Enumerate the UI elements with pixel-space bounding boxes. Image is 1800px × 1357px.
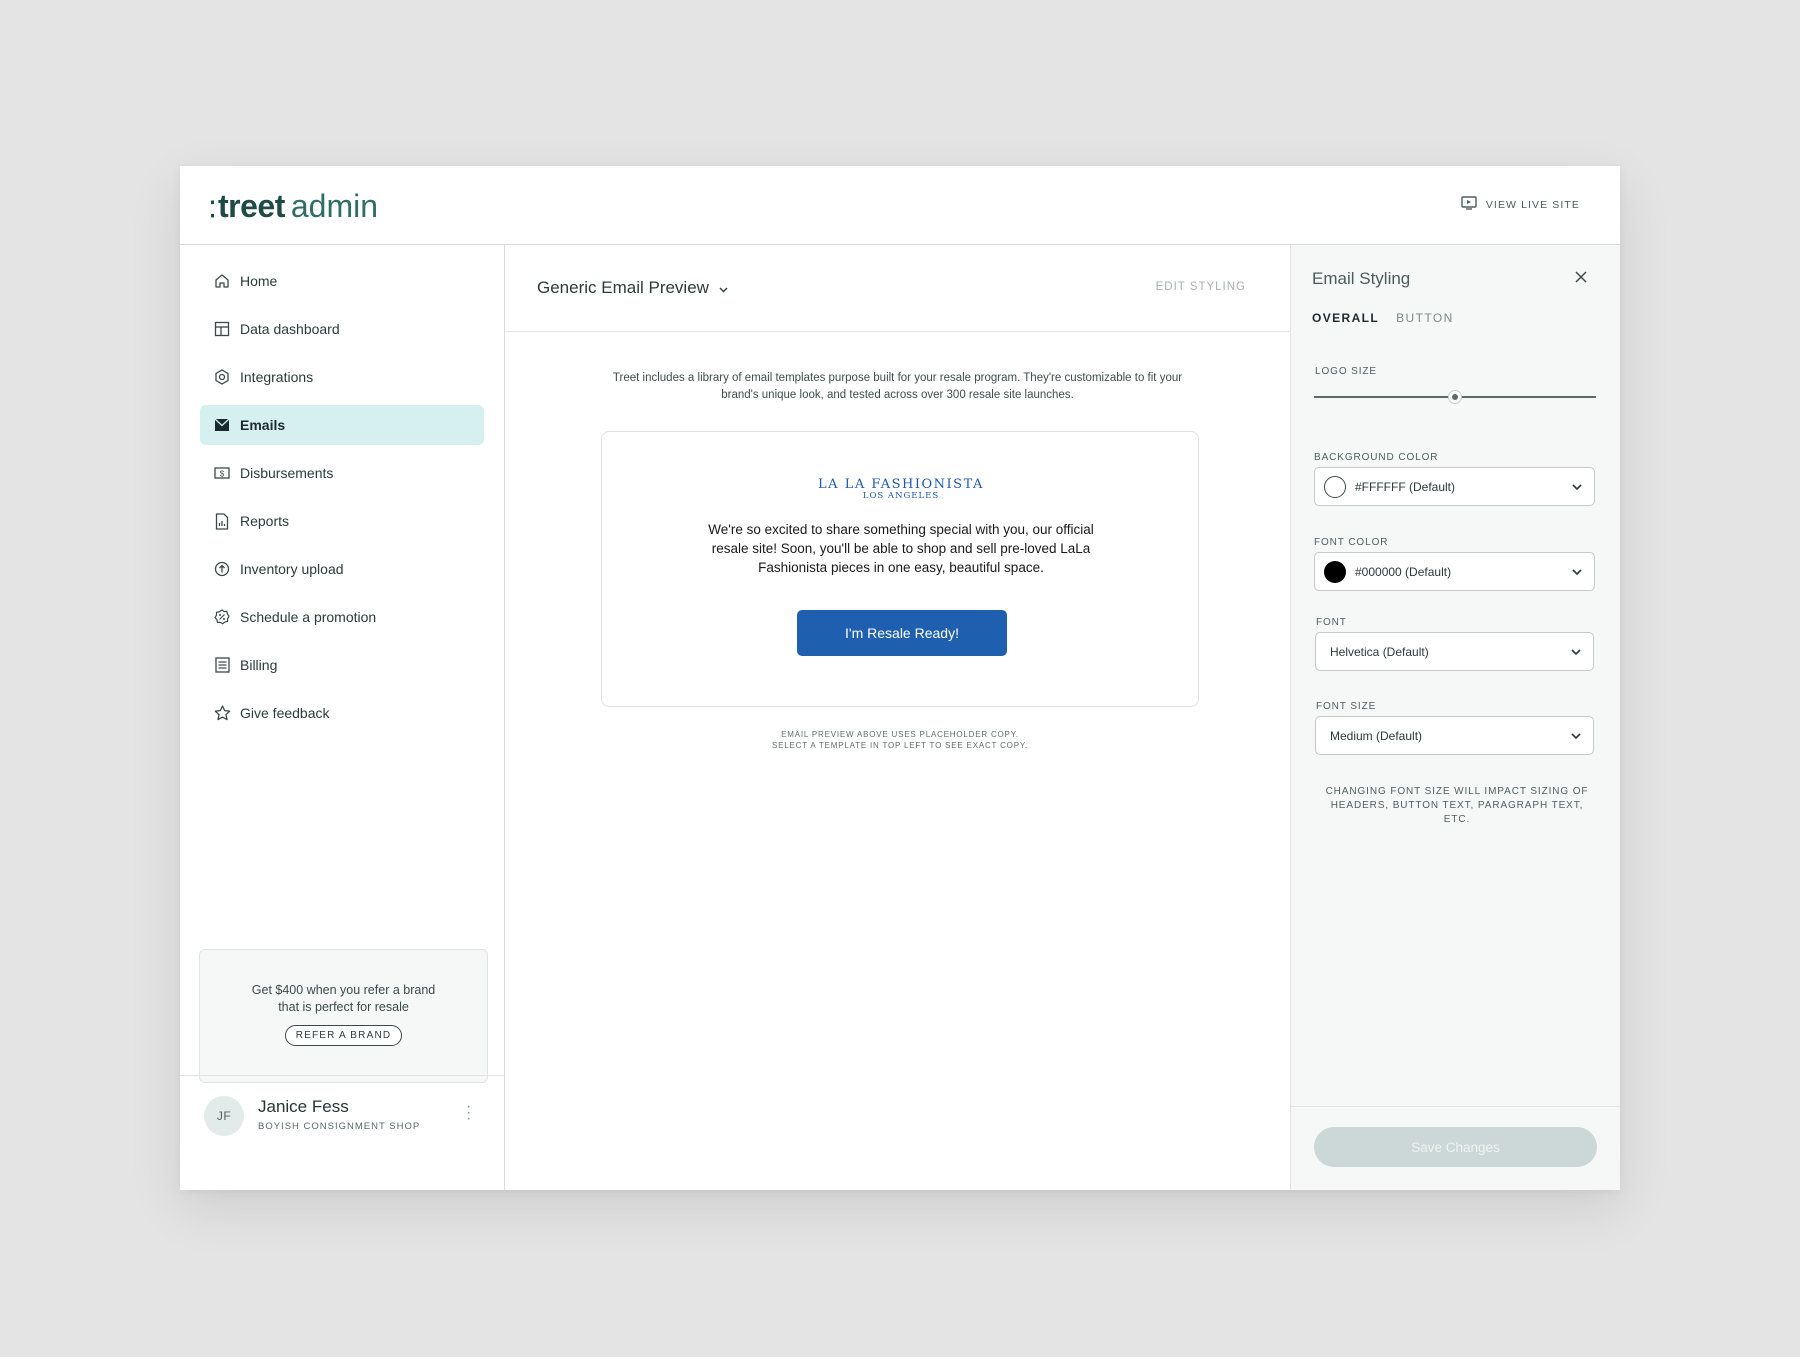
treet-admin-logo[interactable]: ⁚ treet admin bbox=[209, 188, 378, 225]
slider-handle[interactable] bbox=[1448, 390, 1462, 404]
brand-logo-city: LOS ANGELES bbox=[862, 491, 940, 501]
email-body-text: We're so excited to share something spec… bbox=[708, 522, 1094, 575]
sidebar: Home Data dashboard Integrations Emails … bbox=[180, 245, 505, 1190]
star-icon bbox=[213, 704, 231, 722]
view-live-label: VIEW LIVE SITE bbox=[1485, 198, 1580, 211]
save-changes-button[interactable]: Save Changes bbox=[1314, 1127, 1597, 1167]
sidebar-item-label: Schedule a promotion bbox=[240, 609, 377, 625]
user-name: Janice Fess bbox=[258, 1097, 349, 1116]
background-color-swatch bbox=[1324, 475, 1346, 498]
brand-logo: LA LA FASHIONISTA LOS ANGELES bbox=[602, 477, 1200, 501]
sidebar-item-label: Emails bbox=[240, 417, 286, 433]
sidebar-item-label: Data dashboard bbox=[240, 321, 340, 337]
refer-a-brand-button[interactable]: REFER A BRAND bbox=[284, 1025, 403, 1046]
font-color-select[interactable]: #000000 (Default) bbox=[1314, 552, 1595, 591]
panel-title: Email Styling bbox=[1312, 269, 1411, 288]
refer-promo-text: Get $400 when you refer a brand that is … bbox=[251, 983, 436, 1014]
logo-size-label: LOGO SIZE bbox=[1315, 366, 1378, 377]
kebab-menu-icon[interactable]: · · · bbox=[466, 1099, 471, 1127]
sidebar-item-home[interactable]: Home bbox=[200, 261, 484, 301]
chevron-down-icon bbox=[1572, 483, 1582, 490]
disclaimer-line-1: EMAIL PREVIEW ABOVE USES PLACEHOLDER COP… bbox=[781, 730, 1019, 739]
sidebar-item-data-dashboard[interactable]: Data dashboard bbox=[200, 309, 484, 349]
billing-icon bbox=[213, 656, 231, 674]
tab-button[interactable]: BUTTON bbox=[1396, 311, 1454, 325]
font-label: FONT bbox=[1316, 617, 1347, 628]
user-profile: JF Janice Fess BOYISH CONSIGNMENT SHOP ·… bbox=[180, 1075, 504, 1190]
brand-logo-name: LA LA FASHIONISTA bbox=[818, 477, 984, 492]
sidebar-item-schedule-promotion[interactable]: Schedule a promotion bbox=[200, 597, 484, 637]
close-icon[interactable] bbox=[1575, 270, 1587, 288]
app-window: ⁚ treet admin VIEW LIVE SITE Home Data d… bbox=[180, 166, 1620, 1190]
email-cta-button[interactable]: I'm Resale Ready! bbox=[797, 610, 1007, 656]
treet-logo-mark-icon: ⁚ bbox=[209, 197, 216, 222]
chevron-down-icon bbox=[1571, 732, 1581, 739]
sidebar-item-label: Home bbox=[240, 273, 278, 289]
chevron-down-icon bbox=[719, 278, 728, 298]
font-size-select[interactable]: Medium (Default) bbox=[1315, 716, 1594, 755]
main-content: Generic Email Preview EDIT STYLING Treet… bbox=[505, 245, 1290, 1190]
font-color-label: FONT COLOR bbox=[1314, 537, 1389, 548]
background-color-select[interactable]: #FFFFFF (Default) bbox=[1314, 467, 1595, 506]
sidebar-item-inventory-upload[interactable]: Inventory upload bbox=[200, 549, 484, 589]
home-icon bbox=[213, 272, 231, 290]
monitor-icon bbox=[1461, 196, 1477, 213]
styling-tabs: OVERALL BUTTON bbox=[1312, 311, 1454, 325]
refer-a-brand-card: Get $400 when you refer a brand that is … bbox=[199, 949, 488, 1083]
dollar-icon: $ bbox=[213, 464, 231, 482]
background-color-label: BACKGROUND COLOR bbox=[1314, 452, 1439, 463]
upload-icon bbox=[213, 560, 231, 578]
report-icon bbox=[213, 512, 231, 530]
intro-text: Treet includes a library of email templa… bbox=[612, 372, 1183, 401]
user-shop-name: BOYISH CONSIGNMENT SHOP bbox=[258, 1121, 421, 1132]
sidebar-item-label: Give feedback bbox=[240, 705, 330, 721]
logo-suffix-text: admin bbox=[290, 188, 379, 224]
sidebar-item-label: Reports bbox=[240, 513, 290, 529]
dashboard-icon bbox=[213, 320, 231, 338]
logo-size-slider[interactable] bbox=[1314, 390, 1596, 404]
svg-text:$: $ bbox=[220, 470, 225, 479]
template-selector-label: Generic Email Preview bbox=[537, 278, 709, 297]
integrations-icon bbox=[213, 368, 231, 386]
sidebar-item-integrations[interactable]: Integrations bbox=[200, 357, 484, 397]
sidebar-item-label: Inventory upload bbox=[240, 561, 344, 577]
chevron-down-icon bbox=[1571, 648, 1581, 655]
font-color-swatch bbox=[1324, 560, 1346, 583]
avatar[interactable]: JF bbox=[204, 1096, 244, 1136]
font-color-value: #000000 (Default) bbox=[1355, 564, 1452, 579]
edit-styling-button[interactable]: EDIT STYLING bbox=[1156, 281, 1246, 293]
panel-footer: Save Changes bbox=[1291, 1106, 1620, 1190]
background-color-value: #FFFFFF (Default) bbox=[1355, 479, 1456, 494]
disclaimer-line-2: SELECT A TEMPLATE IN TOP LEFT TO SEE EXA… bbox=[772, 741, 1028, 750]
view-live-site-link[interactable]: VIEW LIVE SITE bbox=[1461, 196, 1580, 213]
font-size-label: FONT SIZE bbox=[1316, 701, 1377, 712]
sidebar-item-emails[interactable]: Emails bbox=[200, 405, 484, 445]
email-styling-panel: Email Styling OVERALL BUTTON LOGO SIZE B… bbox=[1290, 245, 1620, 1190]
sidebar-item-label: Billing bbox=[240, 657, 278, 673]
sidebar-item-give-feedback[interactable]: Give feedback bbox=[200, 693, 484, 733]
email-preview-card: LA LA FASHIONISTA LOS ANGELES We're so e… bbox=[601, 431, 1199, 707]
envelope-icon bbox=[213, 416, 231, 434]
font-value: Helvetica (Default) bbox=[1330, 644, 1429, 659]
tab-overall[interactable]: OVERALL bbox=[1312, 311, 1379, 325]
sidebar-nav: Home Data dashboard Integrations Emails … bbox=[200, 261, 484, 741]
sidebar-item-disbursements[interactable]: $ Disbursements bbox=[200, 453, 484, 493]
template-selector[interactable]: Generic Email Preview bbox=[537, 278, 728, 298]
preview-disclaimer: EMAIL PREVIEW ABOVE USES PLACEHOLDER COP… bbox=[655, 729, 1145, 751]
main-header: Generic Email Preview EDIT STYLING bbox=[505, 245, 1290, 332]
percent-badge-icon bbox=[213, 608, 231, 626]
sidebar-item-reports[interactable]: Reports bbox=[200, 501, 484, 541]
font-size-value: Medium (Default) bbox=[1330, 728, 1423, 743]
font-select[interactable]: Helvetica (Default) bbox=[1315, 632, 1594, 671]
top-header: ⁚ treet admin VIEW LIVE SITE bbox=[180, 166, 1620, 245]
chevron-down-icon bbox=[1572, 568, 1582, 575]
logo-brand-text: treet bbox=[218, 188, 285, 224]
sidebar-item-label: Integrations bbox=[240, 369, 314, 385]
sidebar-item-billing[interactable]: Billing bbox=[200, 645, 484, 685]
sidebar-item-label: Disbursements bbox=[240, 465, 334, 481]
font-size-note: CHANGING FONT SIZE WILL IMPACT SIZING OF… bbox=[1325, 786, 1589, 825]
